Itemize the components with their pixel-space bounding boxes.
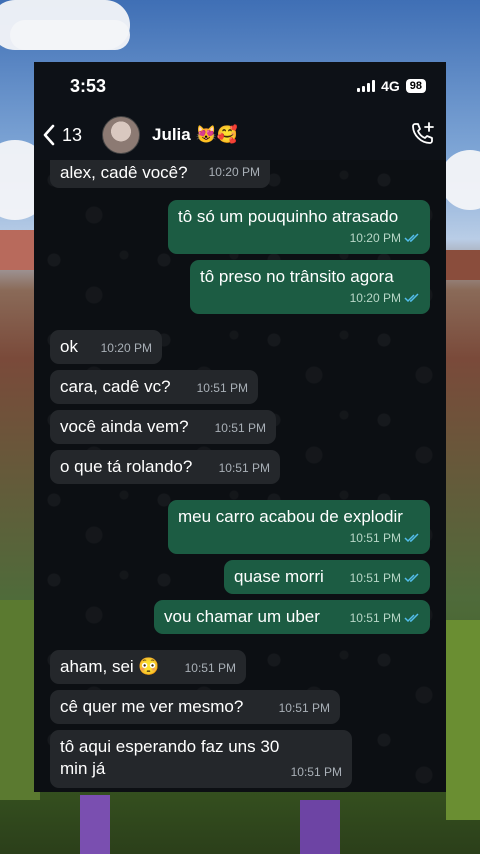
- message-list[interactable]: alex, cadê você? 10:20 PM tô só um pouqu…: [34, 160, 446, 792]
- message-text: você ainda vem?: [60, 417, 189, 436]
- message-time: 10:51 PM: [290, 765, 342, 779]
- message-time: 10:51 PM: [196, 381, 248, 395]
- message-bubble[interactable]: aham, sei 😳 10:51 PM: [50, 650, 246, 684]
- message-time: 10:51 PM: [278, 701, 330, 715]
- status-bar: 3:53 4G 98: [34, 62, 446, 110]
- message-text: tô preso no trânsito agora: [200, 267, 394, 286]
- message-time: 10:20 PM: [208, 165, 260, 179]
- message-time: 10:51 PM: [349, 531, 401, 545]
- message-bubble[interactable]: tô aqui esperando faz uns 30 min já 10:5…: [50, 730, 352, 788]
- contact-name[interactable]: Julia 😻🥰: [152, 125, 410, 145]
- message-bubble[interactable]: você ainda vem? 10:51 PM: [50, 410, 276, 444]
- message-time: 10:20 PM: [349, 291, 401, 305]
- message-text: vou chamar um uber: [164, 607, 320, 626]
- signal-icon: [357, 80, 376, 92]
- message-text: alex, cadê você?: [60, 163, 188, 182]
- message-bubble[interactable]: quase morri 10:51 PM: [224, 560, 430, 594]
- double-check-icon: [404, 613, 420, 623]
- double-check-icon: [404, 533, 420, 543]
- message-bubble[interactable]: ok 10:20 PM: [50, 330, 162, 364]
- message-bubble[interactable]: meu carro acabou de explodir 10:51 PM: [168, 500, 430, 554]
- message-time: 10:51 PM: [184, 661, 236, 675]
- message-time: 10:20 PM: [349, 231, 401, 245]
- message-time: 10:51 PM: [349, 611, 401, 625]
- message-text: aham, sei 😳: [60, 657, 160, 676]
- message-text: ok: [60, 337, 78, 356]
- message-time: 10:51 PM: [214, 421, 266, 435]
- double-check-icon: [404, 293, 420, 303]
- message-bubble[interactable]: tô só um pouquinho atrasado 10:20 PM: [168, 200, 430, 254]
- message-bubble[interactable]: o que tá rolando? 10:51 PM: [50, 450, 280, 484]
- message-text: quase morri: [234, 567, 324, 586]
- message-time: 10:20 PM: [100, 341, 152, 355]
- message-text: meu carro acabou de explodir: [178, 507, 403, 526]
- double-check-icon: [404, 573, 420, 583]
- status-indicators: 4G 98: [357, 78, 426, 94]
- message-bubble[interactable]: cara, cadê vc? 10:51 PM: [50, 370, 258, 404]
- chat-header: 13 Julia 😻🥰: [34, 110, 446, 160]
- message-time: 10:51 PM: [218, 461, 270, 475]
- chevron-left-icon: [43, 124, 55, 146]
- double-check-icon: [404, 233, 420, 243]
- phone-plus-icon: [412, 121, 434, 144]
- phone-screen: 3:53 4G 98 13 Julia 😻🥰 alex, cadê você? …: [34, 62, 446, 792]
- message-text: o que tá rolando?: [60, 457, 193, 476]
- back-button[interactable]: 13: [42, 124, 102, 146]
- message-bubble[interactable]: cê quer me ver mesmo? 10:51 PM: [50, 690, 340, 724]
- network-label: 4G: [381, 78, 400, 94]
- message-bubble[interactable]: alex, cadê você? 10:20 PM: [50, 160, 270, 188]
- message-time: 10:51 PM: [349, 571, 401, 585]
- back-count: 13: [62, 124, 83, 145]
- message-text: cê quer me ver mesmo?: [60, 697, 244, 716]
- message-text: cara, cadê vc?: [60, 377, 171, 396]
- message-text: tô aqui esperando faz uns 30 min já: [60, 737, 280, 778]
- add-call-button[interactable]: [410, 120, 436, 151]
- message-text: tô só um pouquinho atrasado: [178, 207, 399, 226]
- message-bubble[interactable]: tô preso no trânsito agora 10:20 PM: [190, 260, 430, 314]
- message-bubble[interactable]: vou chamar um uber 10:51 PM: [154, 600, 430, 634]
- battery-icon: 98: [405, 79, 426, 93]
- status-time: 3:53: [70, 75, 107, 96]
- avatar[interactable]: [102, 116, 140, 154]
